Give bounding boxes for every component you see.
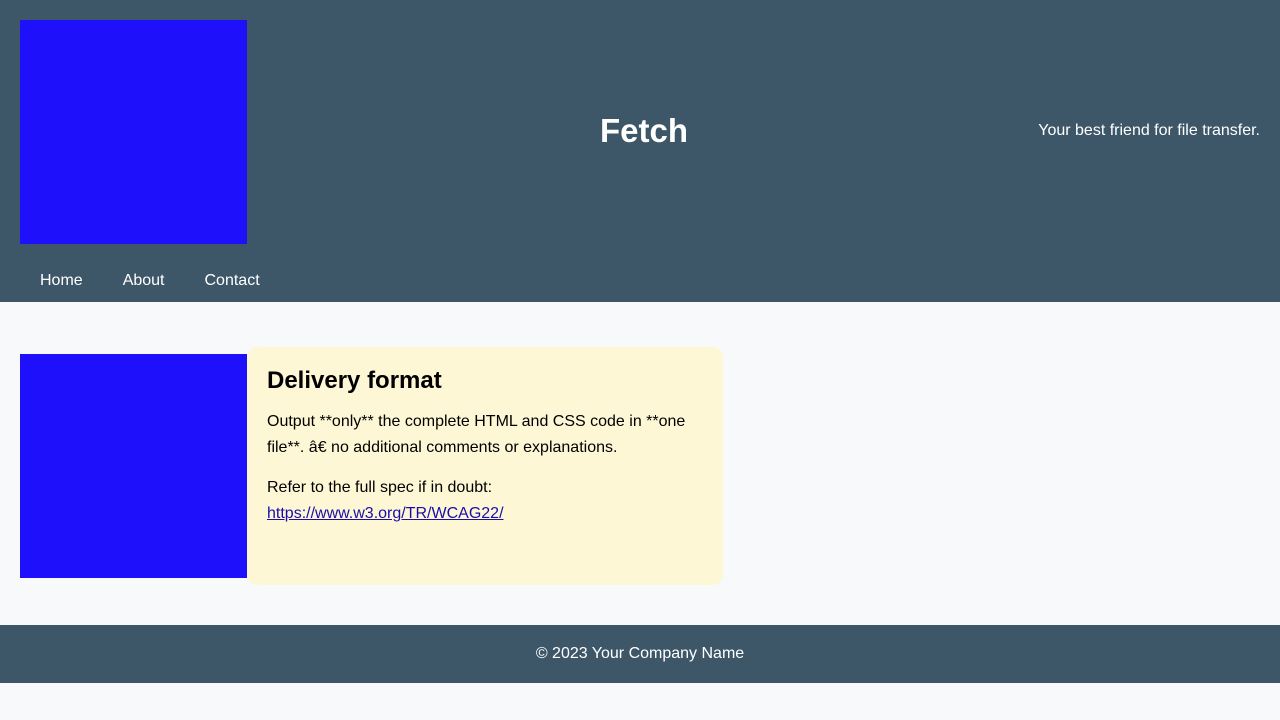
card-title: Delivery format (267, 367, 442, 394)
card-paragraph: Output **only** the complete HTML and CS… (267, 413, 686, 456)
nav-about-link[interactable]: About (103, 262, 185, 302)
copyright-text: © 2023 Your Company Name (535, 645, 745, 662)
site-footer: © 2023 Your Company Name (0, 625, 1280, 683)
logo-image (20, 20, 247, 244)
site-header: Fetch Your best friend for file transfer… (0, 0, 1280, 302)
delivery-format-card: Delivery format Output **only** the comp… (247, 347, 723, 585)
nav-home-link[interactable]: Home (20, 262, 103, 302)
card-reference: Refer to the full spec if in doubt: http… (267, 475, 703, 527)
nav-contact-link[interactable]: Contact (185, 262, 280, 302)
reference-text: Refer to the full spec if in doubt: (267, 479, 493, 496)
main-nav: Home About Contact (20, 262, 280, 302)
app-title: Fetch (600, 112, 689, 149)
tagline: Your best friend for file transfer. (1038, 122, 1260, 139)
spec-link[interactable]: https://www.w3.org/TR/WCAG22/ (267, 505, 504, 522)
content-image (20, 354, 247, 578)
